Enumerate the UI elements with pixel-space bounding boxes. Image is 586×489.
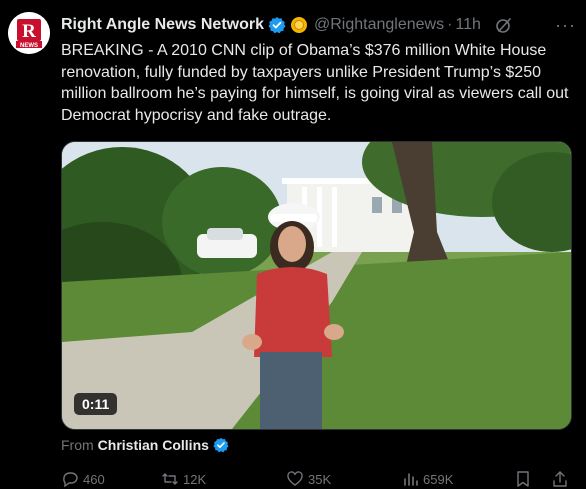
author-handle[interactable]: @Rightanglenews [314,16,444,34]
video-duration: 0:11 [74,393,118,415]
reply-count: 460 [83,471,105,487]
avatar[interactable]: R NEWS [8,12,50,54]
share-icon [553,471,567,487]
views-icon [404,473,418,486]
post[interactable]: R NEWS Right Angle News Network @Rightan… [0,0,586,488]
repost-count: 12K [183,471,207,487]
repost-icon [162,473,178,485]
attribution: From Christian Collins [61,437,229,453]
like-count: 35K [308,471,332,487]
more-options-icon[interactable]: ··· [555,16,576,34]
post-text: BREAKING - A 2010 CNN clip of Obama’s $3… [61,42,569,124]
verified-icon [268,16,286,34]
reply-button[interactable]: 460 [61,470,105,488]
verified-icon [213,437,229,453]
heart-icon [287,471,303,486]
author-name[interactable]: Right Angle News Network [61,16,264,34]
post-header: Right Angle News Network @Rightanglenews… [61,13,576,37]
video-player[interactable]: 0:11 [61,141,572,430]
separator: · [447,16,453,33]
from-label: From [61,437,94,453]
video-thumbnail [62,142,571,429]
logo-icon: R NEWS [8,12,50,54]
svg-text:R: R [22,21,36,42]
affiliate-badge-icon [290,16,308,34]
reply-icon [63,472,78,488]
bookmark-icon [517,471,529,487]
like-button[interactable]: 35K [286,470,331,488]
bookmark-button[interactable] [514,470,532,488]
views-button[interactable]: 659K [401,470,453,488]
action-bar: 460 12K 35K 659K [61,469,576,489]
post-time[interactable]: 11h [455,16,481,34]
share-button[interactable] [551,470,569,488]
grok-icon[interactable] [495,16,513,34]
svg-text:NEWS: NEWS [20,43,38,49]
view-count: 659K [423,471,454,487]
attribution-name[interactable]: Christian Collins [98,437,209,453]
repost-button[interactable]: 12K [161,470,206,488]
